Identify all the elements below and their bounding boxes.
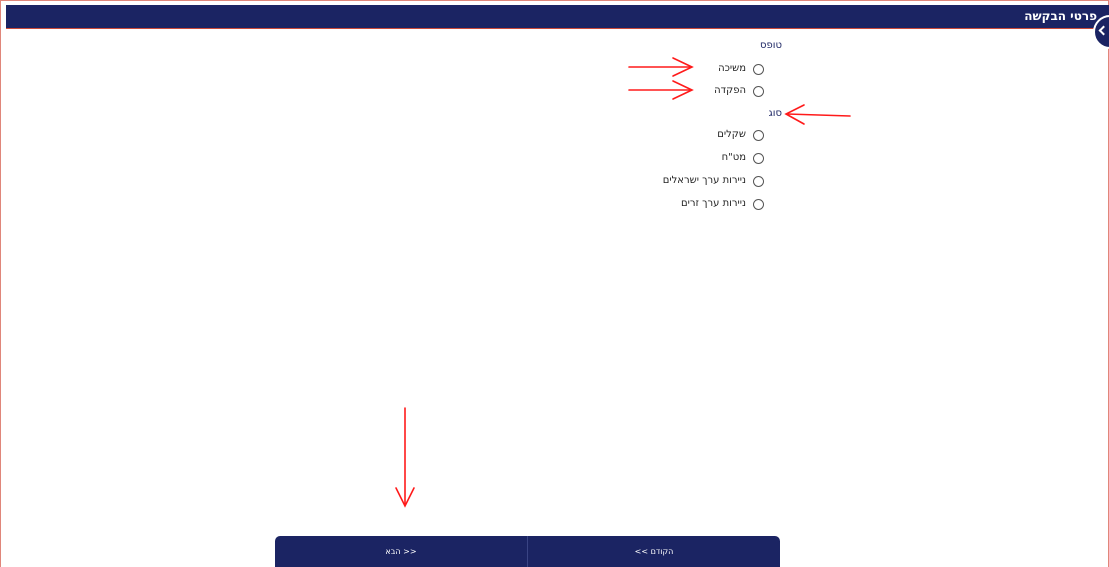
radio-button[interactable] [753,130,764,141]
navigation-bar: הבא >> << הקודם [275,536,780,567]
radio-option-deposit[interactable]: הפקדה [624,85,764,99]
radio-button[interactable] [753,86,764,97]
radio-label: מט"ח [721,152,746,163]
radio-button[interactable] [753,64,764,75]
radio-label: שקלים [717,129,746,140]
radio-option-foreign-currency[interactable]: מט"ח [624,152,764,166]
chevron-icon [1098,25,1109,36]
page-frame [0,0,1109,567]
radio-button[interactable] [753,153,764,164]
radio-option-foreign-securities[interactable]: ניירות ערך זרים [624,198,764,212]
radio-label: ניירות ערך זרים [680,198,746,209]
next-button[interactable]: הבא >> [275,536,527,567]
section-title-form-type: טופס [760,40,782,51]
page-title: פרטי הבקשה [1024,9,1097,23]
radio-option-israeli-securities[interactable]: ניירות ערך ישראלים [624,175,764,189]
radio-option-shekels[interactable]: שקלים [624,129,764,143]
radio-label: ניירות ערך ישראלים [662,175,746,186]
radio-label: משיכה [718,63,746,74]
page-header: פרטי הבקשה [6,5,1109,49]
previous-button[interactable]: << הקודם [528,536,780,567]
radio-label: הפקדה [714,85,746,96]
section-title-kind: סוג [768,108,782,119]
radio-button[interactable] [753,199,764,210]
radio-option-withdrawal[interactable]: משיכה [624,63,764,77]
radio-button[interactable] [753,176,764,187]
